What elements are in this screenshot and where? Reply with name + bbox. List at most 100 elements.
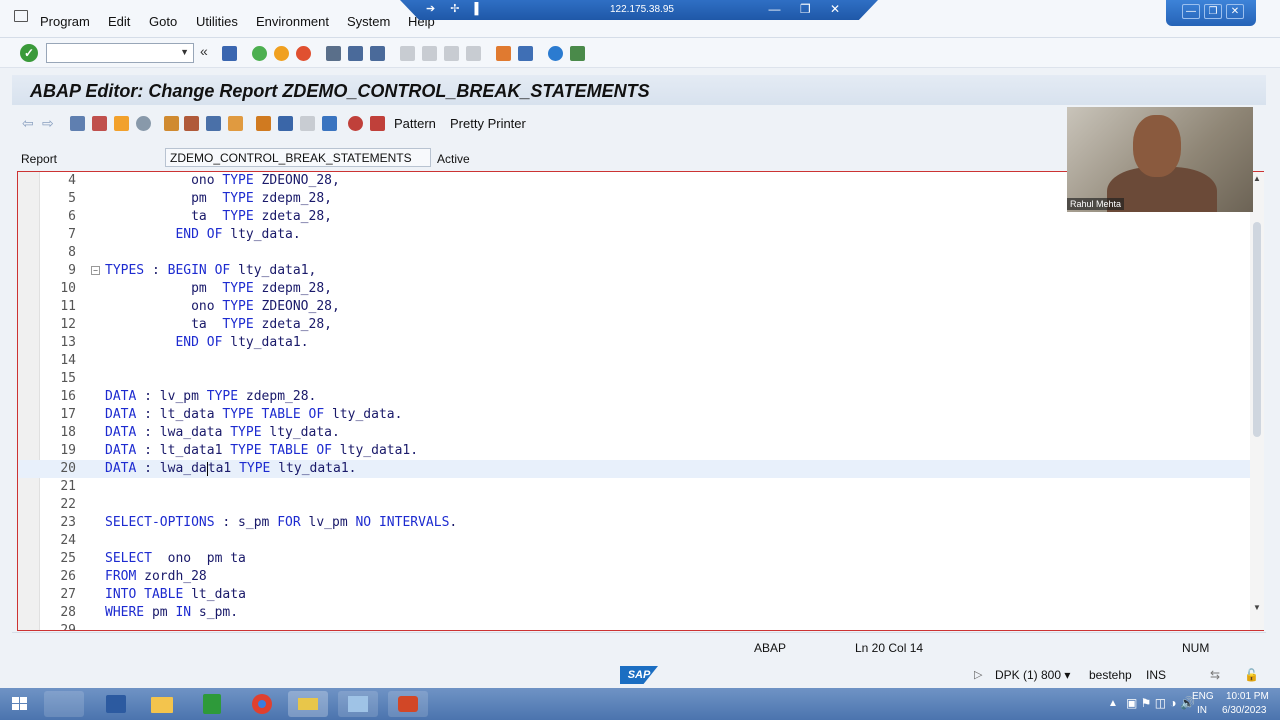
previous-page-icon[interactable]	[422, 46, 437, 61]
start-button[interactable]	[2, 691, 38, 717]
input-language[interactable]: ENG	[1192, 691, 1214, 702]
code-line[interactable]: 4 ono TYPE ZDEONO_28,	[18, 172, 1250, 190]
code-line[interactable]: 20 DATA : lwa_data1 TYPE lty_data1.	[18, 460, 1250, 478]
code-line[interactable]: 24	[18, 532, 1250, 550]
pretty-printer-button[interactable]: Pretty Printer	[450, 116, 526, 131]
play-icon[interactable]: ▷	[974, 668, 982, 681]
presentation-app-icon[interactable]	[388, 691, 428, 717]
menu-utilities[interactable]: Utilities	[196, 14, 238, 29]
code-line[interactable]: 19 DATA : lt_data1 TYPE TABLE OF lty_data…	[18, 442, 1250, 460]
save-icon[interactable]	[222, 46, 237, 61]
command-field[interactable]: ▼	[46, 43, 194, 63]
hierarchy-icon[interactable]	[256, 116, 271, 131]
info-icon[interactable]	[322, 116, 337, 131]
chevron-down-icon[interactable]: ▼	[180, 47, 189, 57]
find-icon[interactable]	[348, 46, 363, 61]
code-line[interactable]: 7 END OF lty_data.	[18, 226, 1250, 244]
code-line[interactable]: 14	[18, 352, 1250, 370]
check-syntax-icon[interactable]	[136, 116, 151, 131]
menu-program[interactable]: Program	[40, 14, 90, 29]
find-next-icon[interactable]	[370, 46, 385, 61]
clock-time[interactable]: 10:01 PM	[1226, 691, 1269, 702]
code-line[interactable]: 12 ta TYPE zdeta_28,	[18, 316, 1250, 334]
calculator-icon[interactable]	[192, 691, 232, 717]
code-line[interactable]: 25 SELECT ono pm ta	[18, 550, 1250, 568]
fullscreen-icon[interactable]	[300, 116, 315, 131]
menu-goto[interactable]: Goto	[149, 14, 177, 29]
test-icon[interactable]	[184, 116, 199, 131]
explorer-window-icon[interactable]	[44, 691, 84, 717]
code-line[interactable]: 9 − TYPES : BEGIN OF lty_data1,	[18, 262, 1250, 280]
last-page-icon[interactable]	[466, 46, 481, 61]
code-line[interactable]: 29	[18, 622, 1250, 630]
clock-date[interactable]: 6/30/2023	[1222, 705, 1267, 716]
back-arrow-icon[interactable]: ⇦	[22, 115, 37, 131]
remote-window-buttons[interactable]: — ❐ ✕	[769, 2, 848, 16]
set-breakpoint-icon[interactable]	[348, 116, 363, 131]
object-list-icon[interactable]	[228, 116, 243, 131]
pattern-button[interactable]: Pattern	[394, 116, 436, 131]
code-line[interactable]: 15	[18, 370, 1250, 388]
code-line[interactable]: 6 ta TYPE zdeta_28,	[18, 208, 1250, 226]
scroll-down-icon[interactable]: ▼	[1253, 603, 1261, 612]
code-line[interactable]: 13 END OF lty_data1.	[18, 334, 1250, 352]
shortcut-icon[interactable]	[518, 46, 533, 61]
code-line[interactable]: 22	[18, 496, 1250, 514]
system-info[interactable]: DPK (1) 800 ▾	[995, 668, 1070, 682]
sap-gui-icon[interactable]	[338, 691, 378, 717]
scroll-up-icon[interactable]: ▲	[1253, 174, 1261, 183]
sap-logon-icon[interactable]	[288, 691, 328, 717]
menu-system[interactable]: System	[347, 14, 390, 29]
folder-icon[interactable]	[142, 691, 182, 717]
back-icon[interactable]	[252, 46, 267, 61]
powershell-icon[interactable]	[96, 691, 136, 717]
code-line[interactable]: 23 SELECT-OPTIONS : s_pm FOR lv_pm NO INT…	[18, 514, 1250, 532]
code-line[interactable]: 11 ono TYPE ZDEONO_28,	[18, 298, 1250, 316]
exit-icon[interactable]	[274, 46, 289, 61]
forward-arrow-icon[interactable]: ⇨	[42, 115, 57, 131]
code-line[interactable]: 21	[18, 478, 1250, 496]
input-region[interactable]: IN	[1197, 705, 1207, 716]
activate-icon[interactable]	[164, 116, 179, 131]
collapse-icon[interactable]: «	[200, 43, 215, 59]
show-hidden-icons[interactable]: ▲	[1108, 698, 1118, 709]
code-line[interactable]: 17 DATA : lt_data TYPE TABLE OF lty_data.	[18, 406, 1250, 424]
navigation-window-icon[interactable]	[278, 116, 293, 131]
scrollbar-thumb[interactable]	[1253, 222, 1261, 437]
minimize-icon[interactable]: —	[1182, 4, 1200, 19]
menu-environment[interactable]: Environment	[256, 14, 329, 29]
code-editor[interactable]: 4 ono TYPE ZDEONO_28, 5 pm TYPE zdepm_28,…	[17, 171, 1264, 631]
code-line[interactable]: 5 pm TYPE zdepm_28,	[18, 190, 1250, 208]
code-line[interactable]: 16 DATA : lv_pm TYPE zdepm_28.	[18, 388, 1250, 406]
system-menu-icon[interactable]	[14, 10, 28, 22]
help-icon[interactable]	[548, 46, 563, 61]
chrome-icon[interactable]	[242, 691, 282, 717]
display-change-icon[interactable]	[92, 116, 107, 131]
enter-check-icon[interactable]: ✓	[20, 44, 38, 62]
code-line[interactable]: 27 INTO TABLE lt_data	[18, 586, 1250, 604]
first-page-icon[interactable]	[400, 46, 415, 61]
new-session-icon[interactable]	[496, 46, 511, 61]
active-inactive-icon[interactable]	[114, 116, 129, 131]
other-object-icon[interactable]	[70, 116, 85, 131]
code-line[interactable]: 8	[18, 244, 1250, 262]
vertical-scrollbar[interactable]: ▲ ▼	[1250, 172, 1264, 630]
fold-toggle-icon[interactable]: −	[91, 266, 100, 275]
close-icon[interactable]: ✕	[1226, 4, 1244, 19]
code-line[interactable]: 18 DATA : lwa_data TYPE lty_data.	[18, 424, 1250, 442]
settings-icon[interactable]: ⇆	[1210, 668, 1220, 682]
lock-icon[interactable]: 🔓	[1244, 668, 1259, 682]
session-breakpoint-icon[interactable]	[370, 116, 385, 131]
restore-icon[interactable]: ❐	[1204, 4, 1222, 19]
code-line[interactable]: 26 FROM zordh_28	[18, 568, 1250, 586]
cancel-icon[interactable]	[296, 46, 311, 61]
menu-edit[interactable]: Edit	[108, 14, 130, 29]
where-used-icon[interactable]	[206, 116, 221, 131]
print-icon[interactable]	[326, 46, 341, 61]
next-page-icon[interactable]	[444, 46, 459, 61]
code-line[interactable]: 10 pm TYPE zdepm_28,	[18, 280, 1250, 298]
tray-icons[interactable]: ▣ ⚑ ◫ ◑ 🔊	[1126, 696, 1195, 710]
remote-pin-icon[interactable]: ➔ ✢ ▌	[426, 2, 488, 15]
code-line[interactable]: 28 WHERE pm IN s_pm.	[18, 604, 1250, 622]
layout-settings-icon[interactable]	[570, 46, 585, 61]
